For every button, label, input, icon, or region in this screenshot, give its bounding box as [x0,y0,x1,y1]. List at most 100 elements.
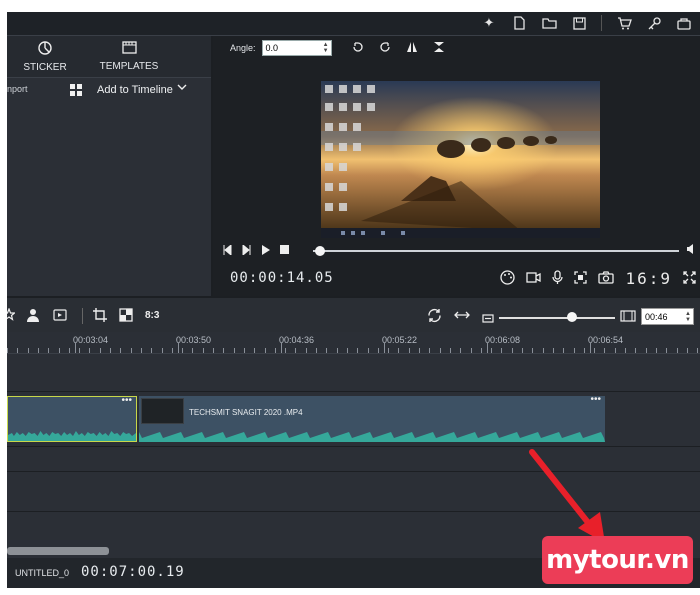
ruler-tick [243,348,245,353]
timeline-ruler[interactable]: 00:03:04 00:03:50 00:04:36 00:05:22 00:06:08… [7,332,700,354]
timeline-zoom-slider[interactable] [499,317,615,319]
key-icon[interactable] [646,15,662,31]
new-file-icon[interactable] [511,15,527,31]
clip-thumbnail [141,398,184,424]
angle-value: 0.0 [265,43,279,53]
save-icon[interactable] [571,15,587,31]
ruler-tick [357,348,359,353]
ruler-tick [140,348,142,353]
tab-sticker[interactable]: STICKER [7,36,83,77]
project-duration: 00:07:00.19 [81,564,185,580]
ruler-tick [686,348,688,353]
add-to-timeline-button[interactable]: Add to Timeline [97,84,173,96]
more-options-icon[interactable]: ••• [590,396,601,405]
camera-icon[interactable] [526,271,542,286]
horizontal-scrollbar[interactable] [7,547,109,555]
step-forward-icon[interactable] [242,243,251,258]
video-track[interactable]: ••• TECHSMIT SNAGIT 2020 .MP4 ••• [7,392,700,447]
ruler-tick [666,348,668,353]
ruler-tick [274,348,276,353]
ruler-tick [254,348,256,353]
video-preview-image [321,81,600,238]
ruler-tick [511,348,513,353]
watermark-text: mytour.vn [546,545,689,575]
effects-icon[interactable] [7,307,17,324]
fit-width-icon[interactable] [454,308,470,323]
tab-sticker-label: STICKER [23,61,67,73]
angle-label: Angle: [230,43,256,53]
ruler-label: 00:03:04 [73,335,109,345]
stop-icon[interactable] [280,245,289,257]
angle-input[interactable]: 0.0 ▲ ▼ [261,40,332,56]
grid-view-icon[interactable] [70,84,82,96]
ruler-tick [542,348,544,353]
aspect-ratio-button[interactable]: 16:9 [625,269,672,288]
screen-record-icon[interactable] [574,270,588,287]
ruler-tick [285,348,287,353]
ruler-tick [305,348,307,353]
ruler-tick [316,348,317,353]
playback-scrubber[interactable] [313,250,679,252]
flip-horizontal-icon[interactable] [406,41,418,56]
ruler-tick [388,348,390,353]
volume-icon[interactable] [686,244,696,257]
ruler-tick [130,348,132,353]
skip-back-icon[interactable] [223,243,232,258]
ruler-tick [645,348,647,353]
fullscreen-icon[interactable] [683,270,696,287]
play-icon[interactable] [261,244,270,258]
ratio-label[interactable]: 8:3 [145,310,159,321]
ruler-tick [480,348,482,353]
palette-icon[interactable] [500,269,516,288]
person-icon[interactable] [26,308,40,325]
ruler-tick [470,348,472,353]
top-toolbar: ✦ [7,12,700,36]
mosaic-icon[interactable] [119,308,133,325]
spinner-icon[interactable]: ▲ ▼ [323,42,331,54]
duration-value: 00:46 [645,311,668,322]
tab-templates[interactable]: TEMPLATES [85,36,173,77]
crop-icon[interactable] [93,308,107,325]
timeline-clip[interactable]: TECHSMIT SNAGIT 2020 .MP4 ••• [139,396,605,442]
ruler-tick [110,348,111,353]
ruler-tick [697,348,699,353]
import-label[interactable]: nport [7,84,28,94]
cart-icon[interactable] [616,15,632,31]
chevron-down-icon[interactable] [177,82,187,94]
snapshot-icon[interactable] [598,270,615,287]
open-folder-icon[interactable] [541,15,557,31]
microphone-icon[interactable] [552,269,564,288]
tab-templates-label: TEMPLATES [99,61,159,72]
ruler-tick [223,348,225,353]
flip-vertical-icon[interactable] [433,41,445,56]
refresh-icon[interactable] [427,308,442,326]
spinner-icon[interactable]: ▲ ▼ [685,311,693,323]
timeline-clip-selected[interactable]: ••• [7,396,137,442]
ruler-label: 00:06:08 [485,335,521,345]
media-panel: STICKER TEMPLATES nport Add to Timeline [7,36,211,296]
replay-clip-icon[interactable] [53,308,67,324]
zoom-out-icon[interactable] [482,311,494,326]
ruler-tick [439,348,441,353]
more-options-icon[interactable]: ••• [121,397,132,406]
zoom-in-icon[interactable] [620,310,636,325]
timeline-track[interactable] [7,355,700,392]
sparkle-icon[interactable]: ✦ [481,15,497,31]
ruler-tick [171,348,173,353]
bag-icon[interactable] [676,15,692,31]
audio-waveform [8,431,136,441]
ruler-tick [583,348,585,353]
clip-title: TECHSMIT SNAGIT 2020 .MP4 [189,408,303,417]
ruler-tick [398,348,400,353]
ruler-tick [202,348,204,353]
playback-controls [213,242,700,260]
ruler-label: 00:04:36 [279,335,315,345]
ruler-tick [89,348,91,353]
playhead-knob[interactable] [315,246,326,256]
ruler-tick [532,348,534,353]
zoom-slider-knob[interactable] [567,312,578,322]
duration-input[interactable]: 00:46 ▲ ▼ [641,308,694,325]
ruler-tick [604,348,606,353]
rotate-right-icon[interactable] [379,41,391,56]
rotate-left-icon[interactable] [352,41,364,56]
